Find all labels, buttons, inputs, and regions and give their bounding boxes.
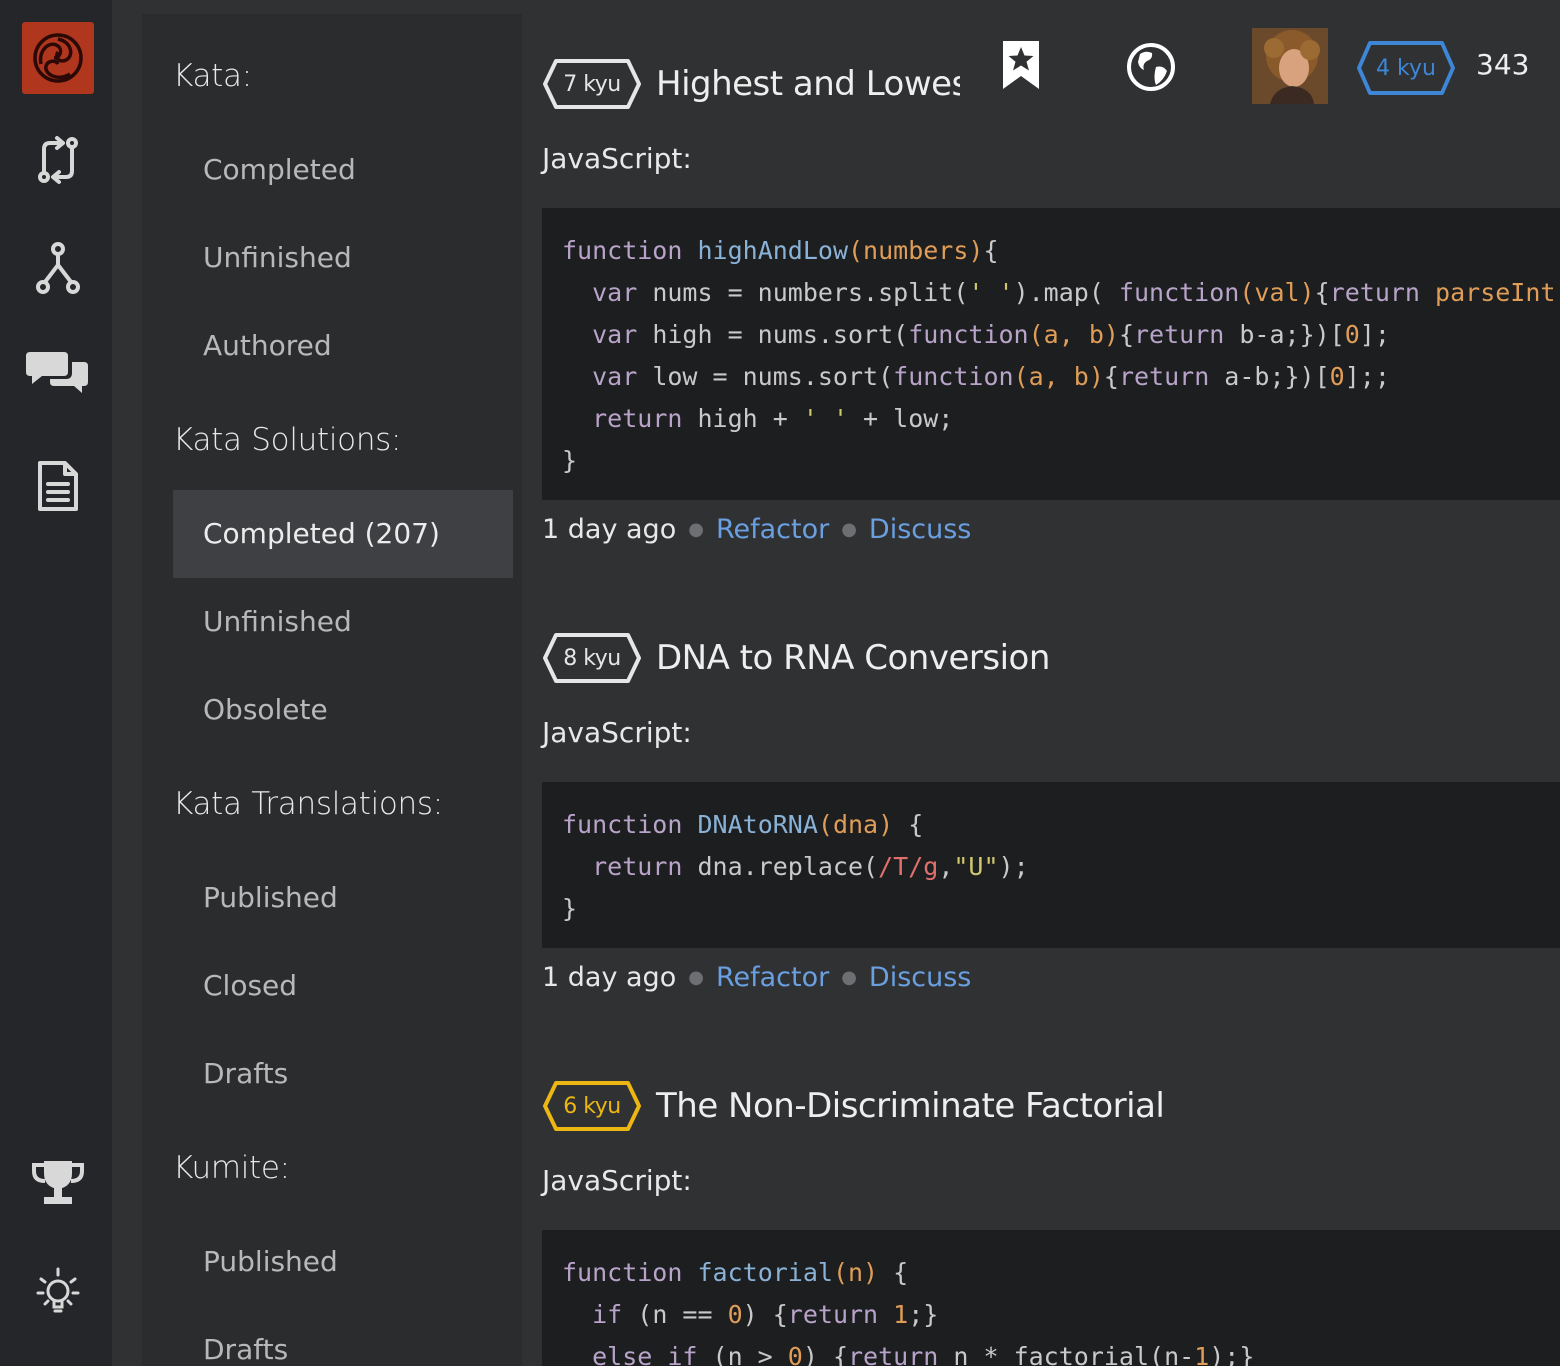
globe-icon[interactable] bbox=[1126, 42, 1176, 97]
solution-meta: 1 day ago ● Refactor ● Discuss bbox=[542, 514, 971, 545]
kata-rank-badge: 7 kyu bbox=[542, 58, 642, 110]
code-text: function highAndLow(numbers){ var nums =… bbox=[562, 236, 1560, 475]
nav-item-solutions-unfinished[interactable]: Unfinished bbox=[173, 578, 513, 666]
kata-header: 7 kyu Highest and Lowest bbox=[542, 56, 982, 112]
discuss-link[interactable]: Discuss bbox=[869, 514, 971, 545]
kata-rank-badge: 8 kyu bbox=[542, 632, 642, 684]
user-rank-badge[interactable]: 4 kyu bbox=[1356, 40, 1456, 96]
kata-language: JavaScript: bbox=[542, 1164, 692, 1197]
code-block: function factorial(n) { if (n == 0) {ret… bbox=[542, 1230, 1560, 1366]
refactor-link[interactable]: Refactor bbox=[716, 962, 829, 993]
separator-dot: ● bbox=[841, 967, 857, 988]
docs-icon[interactable] bbox=[22, 450, 94, 522]
kata-title[interactable]: The Non-Discriminate Factorial bbox=[656, 1086, 1165, 1126]
user-avatar[interactable] bbox=[1252, 28, 1328, 104]
nav-item-translations-closed[interactable]: Closed bbox=[173, 942, 513, 1030]
kata-title[interactable]: Highest and Lowest bbox=[656, 64, 982, 104]
kata-language: JavaScript: bbox=[542, 142, 692, 175]
lightbulb-icon[interactable] bbox=[22, 1254, 94, 1326]
kata-header: 8 kyu DNA to RNA Conversion bbox=[542, 630, 1050, 686]
kata-solution-card: 8 kyu DNA to RNA Conversion JavaScript: … bbox=[542, 630, 1560, 1010]
icon-rail bbox=[0, 0, 112, 1366]
top-header: 4 kyu 343 bbox=[960, 0, 1560, 130]
nav-item-translations-drafts[interactable]: Drafts bbox=[173, 1030, 513, 1118]
practice-icon[interactable] bbox=[22, 124, 94, 196]
discuss-link[interactable]: Discuss bbox=[869, 962, 971, 993]
app-root: Kata: Completed Unfinished Authored Kata… bbox=[0, 0, 1560, 1366]
code-text: function factorial(n) { if (n == 0) {ret… bbox=[562, 1258, 1255, 1366]
kata-title[interactable]: DNA to RNA Conversion bbox=[656, 638, 1050, 678]
profile-nav-panel: Kata: Completed Unfinished Authored Kata… bbox=[142, 14, 522, 1366]
nav-heading-kata-translations: Kata Translations: bbox=[173, 786, 443, 822]
solutions-list: 7 kyu Highest and Lowest JavaScript: fun… bbox=[522, 0, 1560, 1366]
kata-rank-badge: 6 kyu bbox=[542, 1080, 642, 1132]
refactor-link[interactable]: Refactor bbox=[716, 514, 829, 545]
code-text: function DNAtoRNA(dna) { return dna.repl… bbox=[562, 810, 1029, 923]
kata-language: JavaScript: bbox=[542, 716, 692, 749]
nav-heading-kumite: Kumite: bbox=[173, 1150, 290, 1186]
separator-dot: ● bbox=[688, 967, 704, 988]
bookmark-icon[interactable] bbox=[1000, 38, 1042, 97]
discussion-icon[interactable] bbox=[22, 336, 94, 408]
nav-heading-kata: Kata: bbox=[173, 58, 252, 94]
nav-heading-kata-solutions: Kata Solutions: bbox=[173, 422, 402, 458]
nav-item-kata-completed[interactable]: Completed bbox=[173, 126, 513, 214]
nav-item-solutions-completed[interactable]: Completed (207) bbox=[173, 490, 513, 578]
kata-solution-card: 7 kyu Highest and Lowest JavaScript: fun… bbox=[542, 56, 1560, 556]
separator-dot: ● bbox=[688, 519, 704, 540]
fork-icon[interactable] bbox=[22, 232, 94, 304]
nav-item-kumite-drafts[interactable]: Drafts bbox=[173, 1306, 513, 1366]
nav-item-solutions-obsolete[interactable]: Obsolete bbox=[173, 666, 513, 754]
solution-time: 1 day ago bbox=[542, 962, 677, 993]
nav-item-translations-published[interactable]: Published bbox=[173, 854, 513, 942]
code-block: function highAndLow(numbers){ var nums =… bbox=[542, 208, 1560, 500]
kata-header: 6 kyu The Non-Discriminate Factorial bbox=[542, 1078, 1165, 1134]
solution-meta: 1 day ago ● Refactor ● Discuss bbox=[542, 962, 971, 993]
separator-dot: ● bbox=[841, 519, 857, 540]
solution-time: 1 day ago bbox=[542, 514, 677, 545]
code-block: function DNAtoRNA(dna) { return dna.repl… bbox=[542, 782, 1560, 948]
kata-solution-card: 6 kyu The Non-Discriminate Factorial Jav… bbox=[542, 1078, 1560, 1366]
nav-item-kata-unfinished[interactable]: Unfinished bbox=[173, 214, 513, 302]
nav-item-kumite-published[interactable]: Published bbox=[173, 1218, 513, 1306]
honor-score: 343 bbox=[1476, 48, 1530, 81]
nav-item-kata-authored[interactable]: Authored bbox=[173, 302, 513, 390]
codewars-logo[interactable] bbox=[22, 22, 94, 94]
trophy-icon[interactable] bbox=[22, 1146, 94, 1218]
